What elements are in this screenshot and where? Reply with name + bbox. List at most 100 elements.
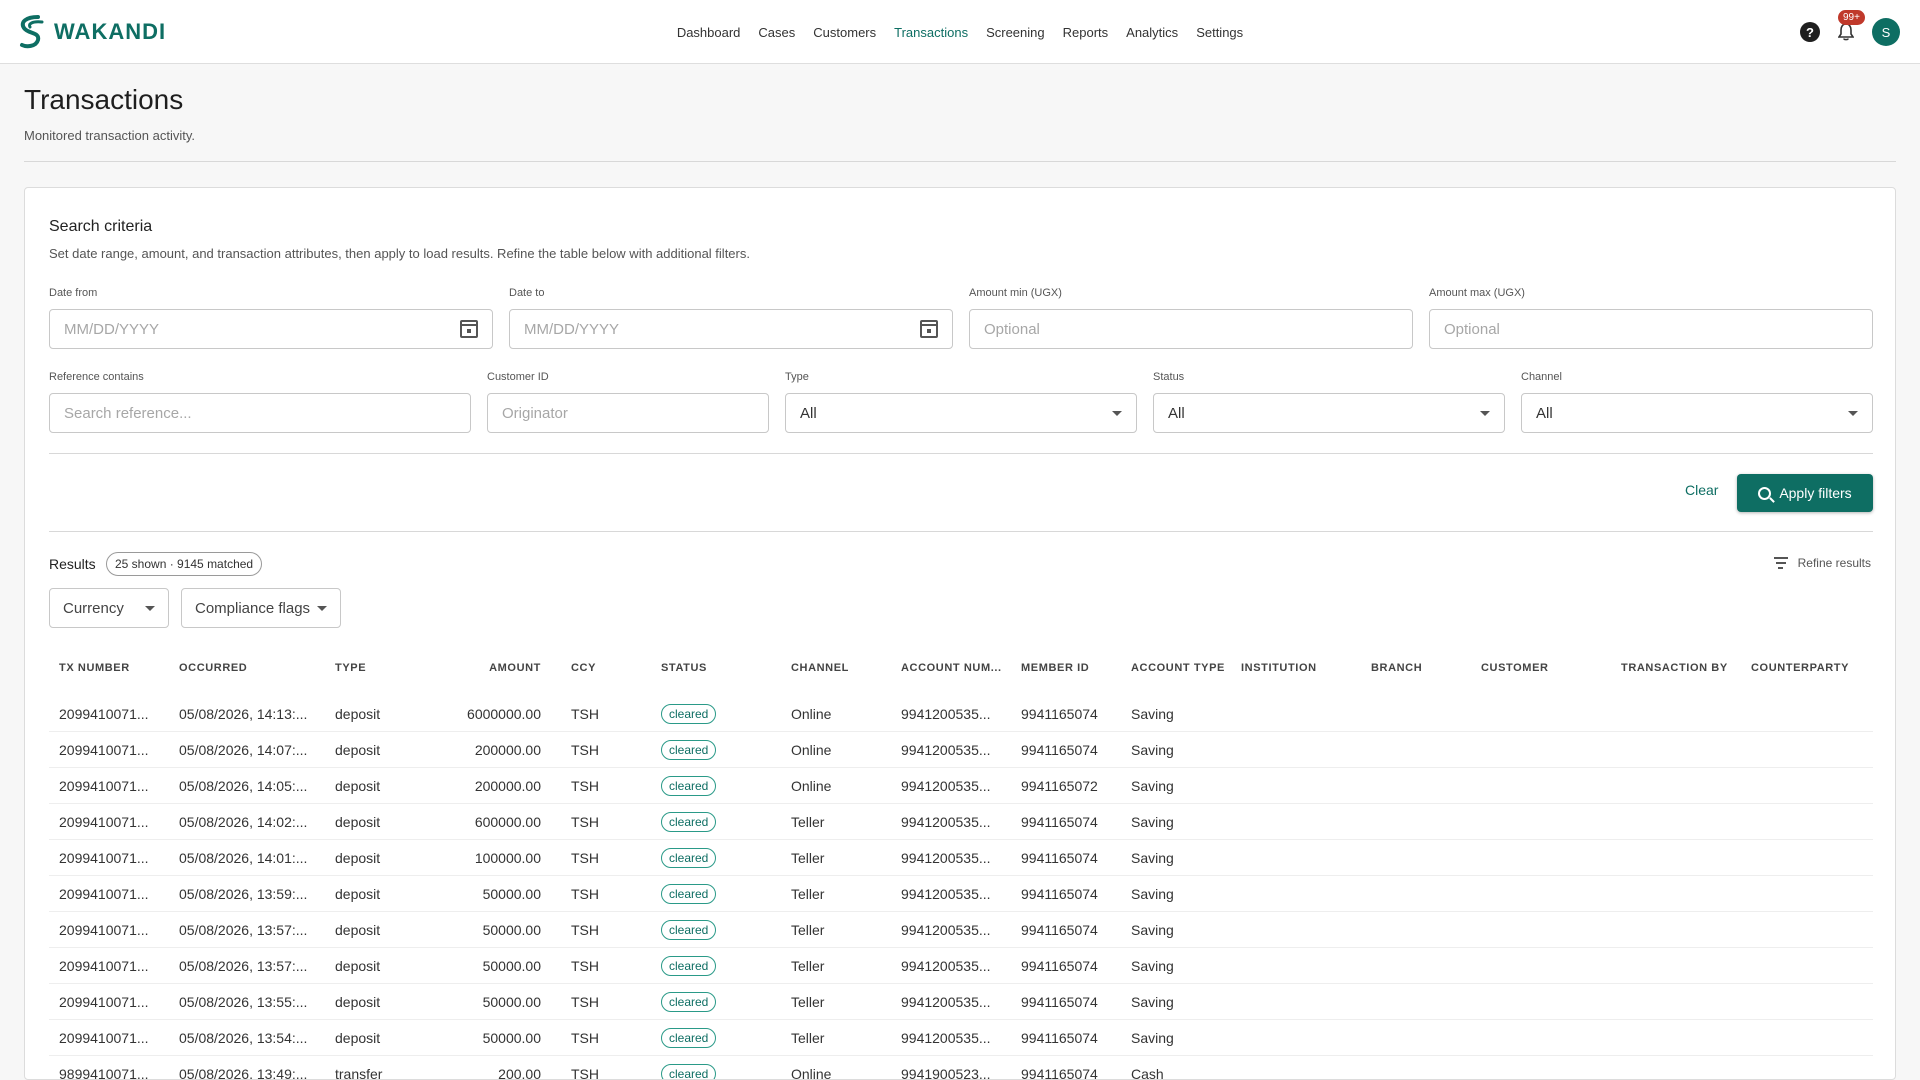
- notifications-button[interactable]: 99+: [1834, 10, 1865, 44]
- account-type-cell: Saving: [1131, 777, 1174, 794]
- compliance-flags-filter[interactable]: Compliance flags: [181, 588, 341, 628]
- channel-cell: Teller: [791, 1029, 825, 1046]
- header-account-number[interactable]: ACCOUNT NUM...: [891, 662, 1011, 674]
- ccy-cell: TSH: [571, 777, 599, 794]
- search-card: Search criteria Set date range, amount, …: [24, 187, 1896, 1080]
- amount-min-input[interactable]: Optional: [969, 309, 1413, 349]
- nav-settings[interactable]: Settings: [1196, 21, 1243, 44]
- user-avatar[interactable]: S: [1872, 18, 1900, 46]
- filters-divider: [49, 453, 1873, 454]
- status-badge: cleared: [661, 739, 717, 760]
- type-select[interactable]: All: [785, 393, 1137, 433]
- main-nav: Dashboard Cases Customers Transactions S…: [0, 0, 1920, 64]
- occurred-cell: 05/08/2026, 13:49:...: [179, 1065, 308, 1080]
- calendar-icon[interactable]: [920, 320, 938, 338]
- member-id-cell: 9941165074: [1021, 813, 1098, 830]
- account-number-cell: 9941200535...: [901, 993, 991, 1010]
- account-type-cell: Saving: [1131, 705, 1174, 722]
- member-id-cell: 9941165074: [1021, 1065, 1098, 1080]
- page-title: Transactions: [24, 84, 184, 115]
- account-type-cell: Saving: [1131, 885, 1174, 902]
- app-logo[interactable]: WAKANDI: [16, 14, 166, 50]
- header-transaction-by[interactable]: TRANSACTION BY: [1611, 662, 1741, 674]
- amount-max-input[interactable]: Optional: [1429, 309, 1873, 349]
- help-icon[interactable]: ?: [1800, 22, 1820, 42]
- calendar-icon[interactable]: [460, 320, 478, 338]
- date-to-placeholder: MM/DD/YYYY: [524, 320, 620, 338]
- header-tx-number[interactable]: TX NUMBER: [49, 662, 169, 674]
- reference-input[interactable]: Search reference...: [49, 393, 471, 433]
- member-id-cell: 9941165074: [1021, 921, 1098, 938]
- occurred-cell: 05/08/2026, 14:13:...: [179, 705, 308, 722]
- customer-id-label: Customer ID: [487, 371, 549, 383]
- header-channel[interactable]: CHANNEL: [781, 662, 891, 674]
- header-branch[interactable]: BRANCH: [1361, 662, 1471, 674]
- status-label: Status: [1153, 371, 1185, 383]
- date-from-input[interactable]: MM/DD/YYYY: [49, 309, 493, 349]
- channel-cell: Online: [791, 777, 832, 794]
- header-type[interactable]: TYPE: [325, 662, 435, 674]
- top-navigation-bar: WAKANDI Dashboard Cases Customers Transa…: [0, 0, 1920, 64]
- apply-filters-button[interactable]: Apply filters: [1737, 474, 1873, 512]
- refine-results-button[interactable]: Refine results: [1773, 556, 1871, 570]
- account-number-cell: 9941200535...: [901, 1029, 991, 1046]
- account-number-cell: 9941200535...: [901, 705, 991, 722]
- table-row[interactable]: 2099410071... 05/08/2026, 13:59:... deposi…: [49, 876, 1873, 912]
- header-status[interactable]: STATUS: [651, 662, 781, 674]
- nav-customers[interactable]: Customers: [813, 21, 876, 44]
- header-institution[interactable]: INSTITUTION: [1231, 662, 1361, 674]
- table-row[interactable]: 2099410071... 05/08/2026, 13:55:... deposi…: [49, 984, 1873, 1020]
- account-number-cell: 9941200535...: [901, 741, 991, 758]
- table-row[interactable]: 2099410071... 05/08/2026, 14:01:... deposi…: [49, 840, 1873, 876]
- currency-filter-label: Currency: [63, 599, 124, 617]
- clear-button[interactable]: Clear: [1679, 474, 1724, 506]
- ccy-cell: TSH: [571, 885, 599, 902]
- amount-cell: 200000.00: [474, 741, 541, 758]
- ccy-cell: TSH: [571, 1029, 599, 1046]
- channel-cell: Teller: [791, 849, 825, 866]
- member-id-cell: 9941165074: [1021, 705, 1098, 722]
- table-row[interactable]: 2099410071... 05/08/2026, 14:05:... deposi…: [49, 768, 1873, 804]
- tx-number-cell: 9899410071...: [59, 1065, 149, 1080]
- tx-number-cell: 2099410071...: [59, 705, 149, 722]
- type-cell: deposit: [335, 957, 381, 974]
- header-member-id[interactable]: MEMBER ID: [1011, 662, 1121, 674]
- status-cell: cleared: [651, 739, 781, 760]
- header-account-type[interactable]: ACCOUNT TYPE: [1121, 662, 1231, 674]
- table-row[interactable]: 2099410071... 05/08/2026, 13:57:... deposi…: [49, 912, 1873, 948]
- chevron-down-icon: [1480, 410, 1490, 416]
- nav-analytics[interactable]: Analytics: [1126, 21, 1178, 44]
- page-subtitle: Monitored transaction activity.: [24, 128, 195, 143]
- table-row[interactable]: 2099410071... 05/08/2026, 14:07:... deposi…: [49, 732, 1873, 768]
- header-occurred[interactable]: OCCURRED: [169, 662, 325, 674]
- status-cell: cleared: [651, 991, 781, 1012]
- date-to-input[interactable]: MM/DD/YYYY: [509, 309, 953, 349]
- chevron-down-icon: [1848, 410, 1858, 416]
- nav-screening[interactable]: Screening: [986, 21, 1045, 44]
- nav-dashboard[interactable]: Dashboard: [677, 21, 741, 44]
- nav-cases[interactable]: Cases: [758, 21, 795, 44]
- customer-id-input[interactable]: Originator: [487, 393, 769, 433]
- ccy-cell: TSH: [571, 957, 599, 974]
- amount-cell: 100000.00: [474, 849, 541, 866]
- header-amount[interactable]: AMOUNT: [435, 662, 561, 674]
- table-row[interactable]: 2099410071... 05/08/2026, 13:54:... deposi…: [49, 1020, 1873, 1056]
- status-select[interactable]: All: [1153, 393, 1505, 433]
- header-customer[interactable]: CUSTOMER: [1471, 662, 1611, 674]
- header-counterparty[interactable]: COUNTERPARTY: [1741, 662, 1871, 674]
- member-id-cell: 9941165072: [1021, 777, 1098, 794]
- nav-transactions[interactable]: Transactions: [894, 21, 968, 44]
- nav-reports[interactable]: Reports: [1063, 21, 1109, 44]
- type-cell: deposit: [335, 777, 381, 794]
- channel-value: All: [1536, 404, 1553, 422]
- currency-filter[interactable]: Currency: [49, 588, 169, 628]
- table-row[interactable]: 9899410071... 05/08/2026, 13:49:... transf…: [49, 1056, 1873, 1080]
- table-row[interactable]: 2099410071... 05/08/2026, 14:13:... deposi…: [49, 696, 1873, 732]
- status-badge: cleared: [661, 703, 717, 724]
- account-type-cell: Cash: [1131, 1065, 1164, 1080]
- header-ccy[interactable]: CCY: [561, 662, 651, 674]
- channel-select[interactable]: All: [1521, 393, 1873, 433]
- table-row[interactable]: 2099410071... 05/08/2026, 14:02:... deposi…: [49, 804, 1873, 840]
- amount-cell: 200.00: [498, 1065, 541, 1080]
- table-row[interactable]: 2099410071... 05/08/2026, 13:57:... deposi…: [49, 948, 1873, 984]
